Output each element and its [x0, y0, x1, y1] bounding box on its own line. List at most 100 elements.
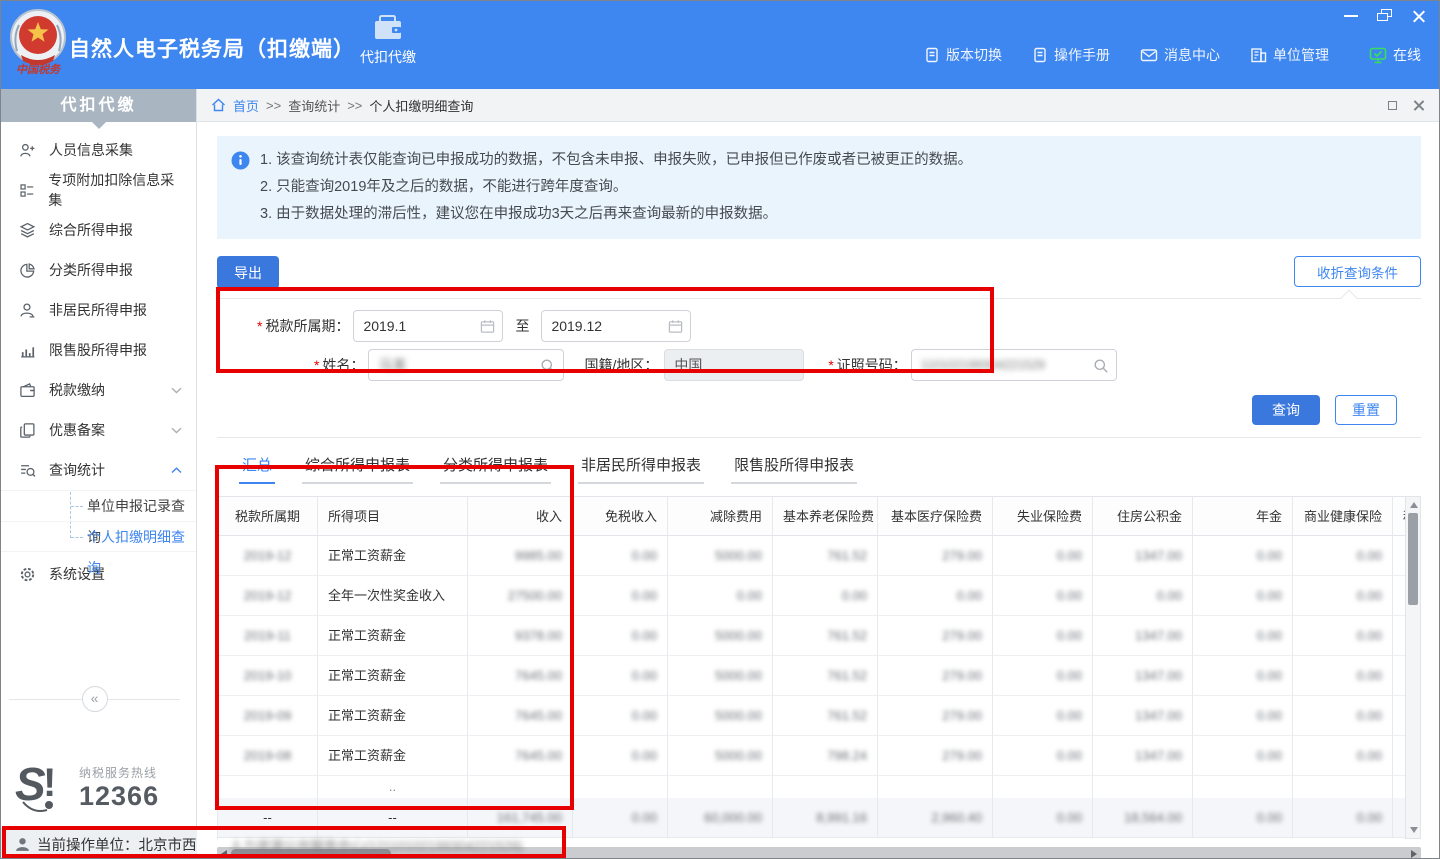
name-field[interactable]: 马某 [368, 349, 564, 381]
query-button[interactable]: 查询 [1252, 395, 1320, 425]
sidebar-item-comprehensive-income[interactable]: 综合所得申报 [1, 210, 196, 250]
column-header[interactable]: 基本养老保险费 [773, 496, 878, 536]
table-cell: 0.00 [993, 536, 1093, 576]
sidebar-item-special-deduction[interactable]: 专项附加扣除信息采集 [1, 170, 196, 210]
column-header[interactable]: 税 [1393, 496, 1405, 536]
scroll-left-icon[interactable] [221, 850, 227, 858]
table-cell [993, 776, 1093, 798]
sidebar-item-personnel-info[interactable]: 人员信息采集 [1, 130, 196, 170]
table-cell [1393, 536, 1405, 576]
nav-label: 单位管理 [1273, 45, 1329, 65]
gear-icon [19, 566, 36, 583]
table-cell [218, 776, 318, 798]
table-cell: 5000.00 [668, 696, 773, 736]
tab-classified-income-return[interactable]: 分类所得申报表 [440, 451, 551, 484]
column-header[interactable]: 失业保险费 [993, 496, 1093, 536]
sidebar-item-unit-declaration-record-query[interactable]: 单位申报记录查询 [1, 490, 196, 521]
table-cell [468, 776, 573, 798]
tab-comprehensive-income-return[interactable]: 综合所得申报表 [302, 451, 413, 484]
nav-operation-manual[interactable]: 操作手册 [1032, 45, 1110, 65]
column-header[interactable]: 收入 [468, 496, 573, 536]
nav-message-center[interactable]: 消息中心 [1140, 45, 1220, 65]
range-separator: 至 [515, 316, 529, 336]
vertical-scrollbar[interactable] [1405, 496, 1421, 839]
layers-icon [19, 222, 36, 239]
column-header[interactable]: 住房公积金 [1093, 496, 1193, 536]
sidebar-item-query-statistics[interactable]: 查询统计 [1, 450, 196, 490]
collapse-query-button[interactable]: 收折查询条件 [1294, 256, 1421, 287]
app-window: 中国税务 自然人电子税务局（扣缴端） 代扣代缴 版本切换 [0, 0, 1440, 859]
calendar-icon[interactable] [480, 319, 495, 334]
panel-close-icon[interactable] [1413, 99, 1425, 111]
sidebar-item-label: 查询统计 [49, 460, 105, 480]
search-icon[interactable] [540, 358, 556, 374]
content-body: 1. 该查询统计表仅能查询已申报成功的数据，不包含未申报、申报失败，已申报但已作… [197, 122, 1439, 859]
hotline-label: 纳税服务热线 [79, 764, 159, 781]
sidebar-item-nonresident-income[interactable]: 非居民所得申报 [1, 290, 196, 330]
table-cell: 279.00 [878, 696, 993, 736]
tab-withholding-module[interactable]: 代扣代缴 [353, 15, 423, 67]
column-header[interactable]: 商业健康保险 [1293, 496, 1393, 536]
close-icon[interactable] [1411, 9, 1427, 23]
panel-maximize-icon[interactable] [1388, 101, 1397, 110]
chevron-up-icon [171, 467, 182, 474]
sidebar-item-tax-payment[interactable]: 税款缴纳 [1, 370, 196, 410]
column-header[interactable]: 年金 [1193, 496, 1293, 536]
table-cell: 0.00 [1293, 536, 1393, 576]
export-button[interactable]: 导出 [217, 256, 279, 289]
notice-line: 2. 只能查询2019年及之后的数据，不能进行跨年度查询。 [260, 174, 972, 201]
scroll-down-icon[interactable] [1410, 827, 1418, 833]
sidebar-item-classified-income[interactable]: 分类所得申报 [1, 250, 196, 290]
reset-button[interactable]: 重置 [1335, 395, 1397, 425]
period-to-field[interactable]: 2019.12 [541, 310, 691, 342]
scroll-up-icon[interactable] [1410, 502, 1418, 508]
period-label: *税款所属期： [257, 316, 349, 336]
sidebar-collapse-button[interactable]: « [82, 686, 108, 712]
table-row: 2019-12全年一次性奖金收入27500.000.000.000.000.00… [218, 576, 1405, 616]
table-cell: 正常工资薪金 [318, 656, 468, 696]
id-number-field[interactable]: 110102199304221529 [911, 349, 1117, 381]
period-from-value: 2019.1 [363, 318, 406, 334]
sidebar-collapse-row: « [1, 686, 188, 712]
chevron-down-icon [171, 387, 182, 394]
vertical-scroll-thumb[interactable] [1408, 513, 1418, 605]
column-header[interactable]: 税款所属期 [218, 496, 318, 536]
sidebar-item-personal-withholding-detail-query[interactable]: 个人扣缴明细查询 [1, 521, 196, 552]
restore-icon[interactable] [1377, 9, 1393, 23]
period-from-field[interactable]: 2019.1 [353, 310, 503, 342]
top-navigation: 版本切换 操作手册 消息中心 [924, 45, 1329, 65]
nav-unit-management[interactable]: 单位管理 [1250, 45, 1329, 65]
nav-version-switch[interactable]: 版本切换 [924, 45, 1002, 65]
calendar-icon[interactable] [668, 319, 683, 334]
sidebar-item-label: 非居民所得申报 [49, 300, 147, 320]
sidebar-item-label: 限售股所得申报 [49, 340, 147, 360]
tab-nonresident-income-return[interactable]: 非居民所得申报表 [578, 451, 704, 484]
wallet-icon [19, 382, 36, 399]
table-cell: 7645.00 [468, 696, 573, 736]
hotline-number: 12366 [79, 781, 159, 812]
column-header[interactable]: 基本医疗保险费 [878, 496, 993, 536]
result-tabs: 汇总 综合所得申报表 分类所得申报表 非居民所得申报表 限售股所得申报表 [217, 451, 1421, 484]
tab-summary[interactable]: 汇总 [239, 451, 275, 484]
table-cell: 5000.00 [668, 656, 773, 696]
table-cell: 0.00 [1293, 736, 1393, 776]
column-header[interactable]: 免税收入 [573, 496, 668, 536]
table-cell: 0.00 [1193, 616, 1293, 656]
table-cell: .. [318, 776, 468, 798]
minimize-icon[interactable] [1343, 9, 1359, 23]
breadcrumb-home[interactable]: 首页 [233, 96, 259, 115]
table-cell: 1347.00 [1093, 536, 1193, 576]
table-cell: 0.00 [573, 736, 668, 776]
tab-restricted-stock-return[interactable]: 限售股所得申报表 [731, 451, 857, 484]
bar-chart-icon [19, 342, 36, 359]
table-cell: 9378.00 [468, 616, 573, 656]
breadcrumb-item[interactable]: 查询统计 [288, 96, 340, 115]
column-header[interactable]: 所得项目 [318, 496, 468, 536]
table-cell: 60,000.00 [668, 798, 773, 838]
home-icon [211, 98, 226, 112]
sidebar-item-preferential-filing[interactable]: 优惠备案 [1, 410, 196, 450]
column-header[interactable]: 减除费用 [668, 496, 773, 536]
scroll-right-icon[interactable] [1411, 850, 1417, 858]
sidebar-item-restricted-stock[interactable]: 限售股所得申报 [1, 330, 196, 370]
search-icon[interactable] [1093, 358, 1109, 374]
